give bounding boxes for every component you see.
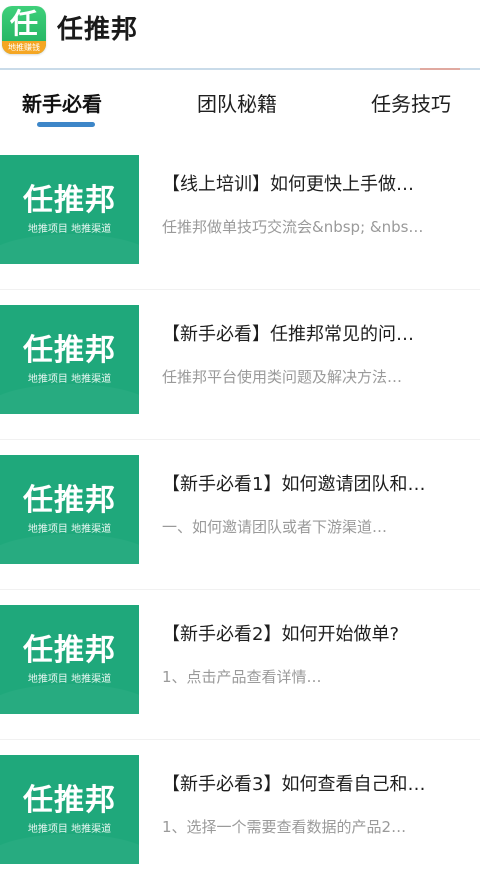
thumbnail-brand: 任推邦 (23, 633, 116, 668)
list-item[interactable]: 任推邦 地推项目 地推渠道 【新手必看3】如何查看自己和… 1、选择一个需要查看… (0, 740, 480, 890)
app-logo-strip: 地推赚钱 (2, 41, 46, 54)
list-item[interactable]: 任推邦 地推项目 地推渠道 【线上培训】如何更快上手做… 任推邦做单技巧交流会&… (0, 140, 480, 290)
article-title[interactable]: 【新手必看2】如何开始做单? (162, 622, 472, 648)
thumbnail-subtitle: 地推项目 地推渠道 (27, 374, 112, 385)
tab-task-tips[interactable]: 任务技巧 (371, 90, 451, 118)
thumbnail-brand: 任推邦 (23, 333, 116, 368)
thumbnail-brand: 任推邦 (23, 783, 116, 818)
article-title[interactable]: 【新手必看】任推邦常见的问… (162, 322, 472, 348)
list-item[interactable]: 任推邦 地推项目 地推渠道 【新手必看】任推邦常见的问… 任推邦平台使用类问题及… (0, 290, 480, 440)
list-item[interactable]: 任推邦 地推项目 地推渠道 【新手必看2】如何开始做单? 1、点击产品查看详情… (0, 590, 480, 740)
app-title: 任推邦 (57, 15, 139, 45)
article-title[interactable]: 【新手必看3】如何查看自己和… (162, 772, 472, 798)
tab-beginner-guide[interactable]: 新手必看 (22, 90, 102, 118)
article-title[interactable]: 【新手必看1】如何邀请团队和… (162, 472, 472, 498)
tab-team-secrets[interactable]: 团队秘籍 (197, 90, 277, 118)
article-thumbnail: 任推邦 地推项目 地推渠道 (0, 305, 139, 414)
thumbnail-subtitle: 地推项目 地推渠道 (27, 674, 112, 685)
app-logo: 任 地推赚钱 (2, 6, 46, 54)
article-thumbnail: 任推邦 地推项目 地推渠道 (0, 455, 139, 564)
thumbnail-subtitle: 地推项目 地推渠道 (27, 524, 112, 535)
article-thumbnail: 任推邦 地推项目 地推渠道 (0, 755, 139, 864)
thumbnail-brand: 任推邦 (23, 183, 116, 218)
thumbnail-subtitle: 地推项目 地推渠道 (27, 224, 112, 235)
thumbnail-brand: 任推邦 (23, 483, 116, 518)
article-description: 1、点击产品查看详情… (162, 668, 322, 686)
article-thumbnail: 任推邦 地推项目 地推渠道 (0, 605, 139, 714)
category-tabs: 新手必看 团队秘籍 任务技巧 (0, 70, 480, 140)
article-description: 任推邦做单技巧交流会&nbsp; &nbs… (162, 218, 424, 236)
article-title[interactable]: 【线上培训】如何更快上手做… (162, 172, 472, 198)
article-thumbnail: 任推邦 地推项目 地推渠道 (0, 155, 139, 264)
app-header: 任 地推赚钱 任推邦 (0, 0, 480, 68)
list-item[interactable]: 任推邦 地推项目 地推渠道 【新手必看1】如何邀请团队和… 一、如何邀请团队或者… (0, 440, 480, 590)
active-tab-indicator (37, 122, 95, 127)
article-description: 任推邦平台使用类问题及解决方法… (162, 368, 403, 386)
article-description: 1、选择一个需要查看数据的产品2… (162, 818, 407, 836)
article-description: 一、如何邀请团队或者下游渠道… (162, 518, 388, 536)
thumbnail-subtitle: 地推项目 地推渠道 (27, 824, 112, 835)
app-logo-char: 任 (9, 7, 38, 40)
